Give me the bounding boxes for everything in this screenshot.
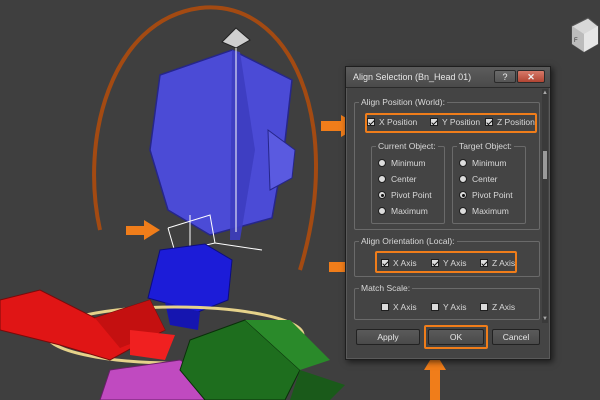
highlight-ok-button <box>424 325 488 349</box>
target-maximum-radio[interactable]: Maximum <box>459 206 509 216</box>
target-center-label: Center <box>472 174 498 184</box>
target-pivot-label: Pivot Point <box>472 190 513 200</box>
scroll-up-icon[interactable]: ▲ <box>542 89 548 97</box>
scale-y-checkbox[interactable]: Y Axis <box>431 302 466 312</box>
current-pivot-label: Pivot Point <box>391 190 432 200</box>
target-object-label: Target Object: <box>457 141 514 151</box>
dialog-title: Align Selection (Bn_Head 01) <box>353 72 472 82</box>
align-orientation-label: Align Orientation (Local): <box>359 236 457 246</box>
current-maximum-radio[interactable]: Maximum <box>378 206 428 216</box>
align-position-label: Align Position (World): <box>359 97 447 107</box>
scale-z-label: Z Axis <box>492 302 516 312</box>
scale-y-check[interactable] <box>431 303 439 311</box>
apply-button[interactable]: Apply <box>356 329 420 345</box>
current-pivot-radio[interactable]: Pivot Point <box>378 190 432 200</box>
current-center-radio[interactable]: Center <box>378 174 417 184</box>
target-center-radio[interactable]: Center <box>459 174 498 184</box>
current-maximum-label: Maximum <box>391 206 428 216</box>
scale-x-label: X Axis <box>393 302 417 312</box>
cancel-button[interactable]: Cancel <box>492 329 540 345</box>
scale-x-check[interactable] <box>381 303 389 311</box>
help-button[interactable]: ? <box>494 70 516 83</box>
target-object-group: Target Object: Minimum Center Pivot Poin… <box>452 141 526 224</box>
current-object-group: Current Object: Minimum Center Pivot Poi… <box>371 141 445 224</box>
scroll-thumb[interactable] <box>543 151 547 179</box>
scale-y-label: Y Axis <box>443 302 467 312</box>
scroll-down-icon[interactable]: ▼ <box>542 315 548 323</box>
highlight-orientation-checkboxes <box>375 251 517 273</box>
dialog-titlebar[interactable]: Align Selection (Bn_Head 01) ? ✕ <box>346 67 550 88</box>
current-minimum-radio[interactable]: Minimum <box>378 158 425 168</box>
match-scale-label: Match Scale: <box>359 283 413 293</box>
scale-z-check[interactable] <box>480 303 488 311</box>
match-scale-group: Match Scale: X Axis Y Axis Z Axis <box>354 283 540 320</box>
current-object-label: Current Object: <box>376 141 438 151</box>
close-button[interactable]: ✕ <box>517 70 545 83</box>
align-selection-dialog: Align Selection (Bn_Head 01) ? ✕ ▲ ▼ Ali… <box>345 66 551 360</box>
target-pivot-radio[interactable]: Pivot Point <box>459 190 513 200</box>
viewcube-label: F <box>574 38 578 44</box>
highlight-position-checkboxes <box>365 113 537 133</box>
target-minimum-label: Minimum <box>472 158 507 168</box>
scale-x-checkbox[interactable]: X Axis <box>381 302 417 312</box>
current-minimum-label: Minimum <box>391 158 426 168</box>
scale-z-checkbox[interactable]: Z Axis <box>480 302 515 312</box>
target-minimum-radio[interactable]: Minimum <box>459 158 506 168</box>
target-maximum-label: Maximum <box>472 206 509 216</box>
current-center-label: Center <box>391 174 417 184</box>
neck-bone-mesh[interactable] <box>147 243 233 313</box>
dialog-scrollbar[interactable]: ▲ ▼ <box>542 89 548 323</box>
